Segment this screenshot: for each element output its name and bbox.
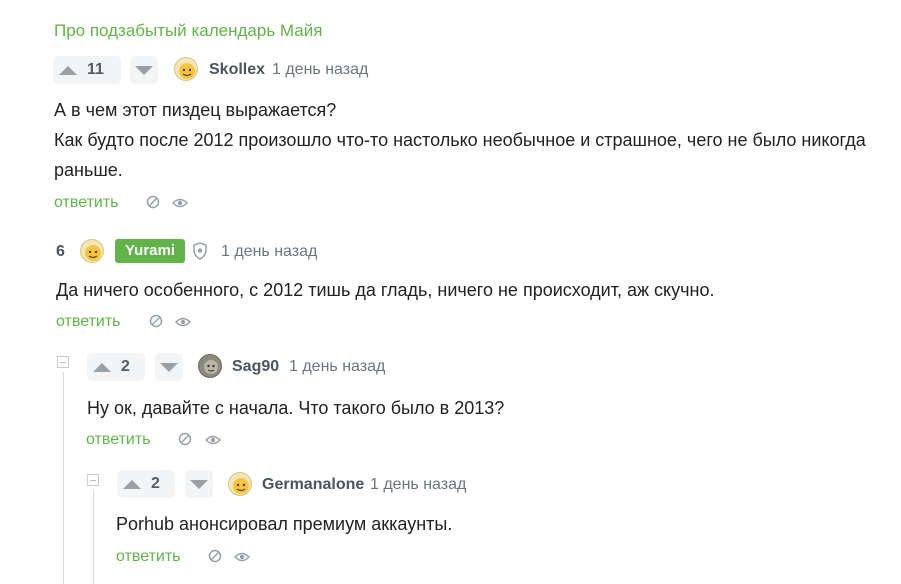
avatar[interactable] [174,57,198,81]
username-badge[interactable]: Yurami [115,239,186,263]
reply-link[interactable]: ответить [56,313,121,331]
arrow-down-icon [190,479,208,489]
collapse-icon[interactable] [87,474,99,486]
timestamp[interactable]: 1 день назад [289,358,385,376]
username[interactable]: Germanalone [262,476,364,494]
vote-count: 6 [56,243,65,260]
vote-count: 2 [121,358,130,375]
eye-icon[interactable] [204,433,222,451]
comment-line: Да ничего особенного, с 2012 тишь да гла… [56,280,715,300]
downvote-button[interactable] [130,56,158,84]
comment-line: Porhub анонсировал премиум аккаунты. [116,514,453,534]
avatar[interactable] [80,239,104,263]
eye-icon[interactable] [233,550,251,568]
timestamp[interactable]: 1 день назад [272,61,368,79]
comment-line: раньше. [54,160,123,180]
eye-icon[interactable] [174,315,192,333]
arrow-down-icon [135,65,153,75]
collapse-icon[interactable] [57,356,69,368]
thread-line [63,372,64,584]
avatar[interactable] [228,472,252,496]
reply-link[interactable]: ответить [116,548,181,566]
arrow-down-icon [160,362,178,372]
avatar[interactable] [198,354,222,378]
comment-line: А в чем этот пиздец выражается? [54,100,337,120]
vote-count: 11 [87,61,104,78]
comment-line: Как будто после 2012 произошло что-то на… [54,130,866,150]
vote-count: 2 [151,475,160,492]
thread-line [93,489,94,584]
post-title-link[interactable]: Про подзабытый календарь Майя [54,21,322,41]
downvote-button[interactable] [155,353,183,381]
shield-icon [192,242,208,265]
hide-icon[interactable] [208,549,222,568]
vote-box: 11 [53,56,121,84]
hide-icon[interactable] [178,432,192,451]
arrow-up-icon[interactable] [93,362,111,372]
timestamp[interactable]: 1 день назад [370,476,466,494]
username[interactable]: Skollex [209,61,265,79]
username[interactable]: Sag90 [232,358,279,376]
eye-icon[interactable] [171,196,189,214]
vote-box: 2 [87,353,145,381]
vote-box: 2 [117,470,175,498]
arrow-up-icon[interactable] [123,479,141,489]
hide-icon[interactable] [146,195,160,214]
hide-icon[interactable] [149,314,163,333]
reply-link[interactable]: ответить [86,431,151,449]
arrow-up-icon[interactable] [59,65,77,75]
downvote-button[interactable] [185,470,213,498]
timestamp[interactable]: 1 день назад [221,243,317,261]
comment-line: Ну ок, давайте с начала. Что такого было… [87,398,505,418]
reply-link[interactable]: ответить [54,194,119,212]
